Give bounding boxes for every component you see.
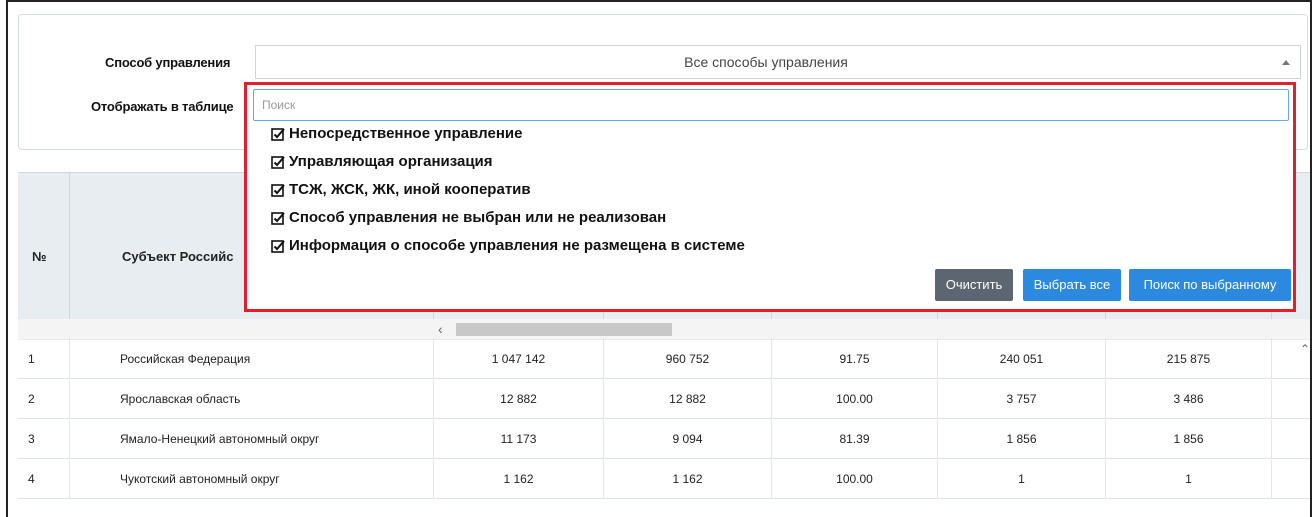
cell-value: 9 094: [604, 420, 772, 459]
cell-value: 960 752: [604, 340, 772, 379]
dropdown-option[interactable]: ТСЖ, ЖСК, ЖК, иной кооператив: [271, 181, 531, 198]
management-method-value: Все способы управления: [684, 54, 848, 70]
cell-value: 3 486: [1106, 380, 1272, 419]
dropdown-option[interactable]: Управляющая организация: [271, 153, 493, 170]
cell-value: 12 882: [434, 380, 604, 419]
cell-value: 215 875: [1106, 340, 1272, 379]
checkbox-checked-icon[interactable]: [271, 239, 285, 253]
cell-value: 240 051: [938, 340, 1106, 379]
display-in-table-label: Отображать в таблице: [91, 99, 234, 114]
clear-button[interactable]: Очистить: [935, 269, 1013, 301]
management-method-label: Способ управления: [105, 55, 231, 70]
search-selected-button[interactable]: Поиск по выбранному: [1129, 269, 1291, 301]
cell-num: 2: [18, 380, 70, 419]
checkbox-checked-icon[interactable]: [271, 183, 285, 197]
dropdown-option-label: ТСЖ, ЖСК, ЖК, иной кооператив: [289, 181, 531, 198]
scroll-up-icon[interactable]: ⌃: [1300, 342, 1310, 356]
horizontal-scrollbar[interactable]: ‹ ›: [18, 319, 1310, 339]
checkbox-checked-icon[interactable]: [271, 127, 285, 141]
dropdown-option[interactable]: Непосредственное управление: [271, 125, 522, 142]
cell-value: 1 856: [938, 420, 1106, 459]
cell-value: 91.75: [772, 340, 938, 379]
cell-value: 1: [1106, 460, 1272, 499]
cell-value: 100.00: [772, 460, 938, 499]
header-num-label: №: [32, 249, 47, 264]
dropdown-option-label: Способ управления не выбран или не реали…: [289, 209, 667, 226]
cell-num: 1: [18, 340, 70, 379]
cell-value: 100.00: [772, 380, 938, 419]
cell-value: 1 856: [1106, 420, 1272, 459]
cell-subject-name: Ямало-Ненецкий автономный округ: [70, 420, 434, 459]
scrollbar-thumb[interactable]: [456, 323, 672, 336]
header-subject-label: Субъект Российс: [122, 249, 234, 264]
dropdown-search-input[interactable]: [253, 89, 1289, 121]
table-row[interactable]: 2 Ярославская область 12 882 12 882 100.00 3 …: [18, 380, 1310, 419]
cell-subject-name: Ярославская область: [70, 380, 434, 419]
scroll-left-icon[interactable]: ‹: [438, 321, 443, 337]
cell-value: 1 162: [604, 460, 772, 499]
cell-value: 11 173: [434, 420, 604, 459]
select-all-button[interactable]: Выбрать все: [1023, 269, 1121, 301]
top-border: [8, 0, 1310, 2]
dropdown-option[interactable]: Способ управления не выбран или не реали…: [271, 209, 666, 226]
caret-up-icon[interactable]: [1282, 60, 1290, 65]
window-frame: Способ управления Отображать в таблице В…: [6, 0, 1312, 517]
cell-value: 12 882: [604, 380, 772, 419]
management-method-select[interactable]: Все способы управления: [255, 45, 1301, 79]
cell-value: 1: [938, 460, 1106, 499]
table-row[interactable]: 3 Ямало-Ненецкий автономный округ 11 173 9 …: [18, 420, 1310, 459]
cell-value: 1 162: [434, 460, 604, 499]
management-method-dropdown: Непосредственное управление Управляющая о…: [244, 82, 1296, 312]
header-num[interactable]: №: [18, 173, 70, 341]
cell-value: 3 757: [938, 380, 1106, 419]
cell-num: 4: [18, 460, 70, 499]
checkbox-checked-icon[interactable]: [271, 211, 285, 225]
cell-subject-name: Российская Федерация: [70, 340, 434, 379]
cell-num: 3: [18, 420, 70, 459]
dropdown-option-label: Непосредственное управление: [289, 125, 523, 142]
checkbox-checked-icon[interactable]: [271, 155, 285, 169]
dropdown-option[interactable]: Информация о способе управления не разме…: [271, 237, 745, 254]
table-row[interactable]: 4 Чукотский автономный округ 1 162 1 162 100…: [18, 460, 1310, 499]
cell-value: 81.39: [772, 420, 938, 459]
cell-value: 1 047 142: [434, 340, 604, 379]
dropdown-option-label: Информация о способе управления не разме…: [289, 237, 745, 254]
cell-subject-name: Чукотский автономный округ: [70, 460, 434, 499]
dropdown-option-label: Управляющая организация: [289, 153, 493, 170]
table-row[interactable]: 1 Российская Федерация 1 047 142 960 752 91.…: [18, 340, 1310, 379]
